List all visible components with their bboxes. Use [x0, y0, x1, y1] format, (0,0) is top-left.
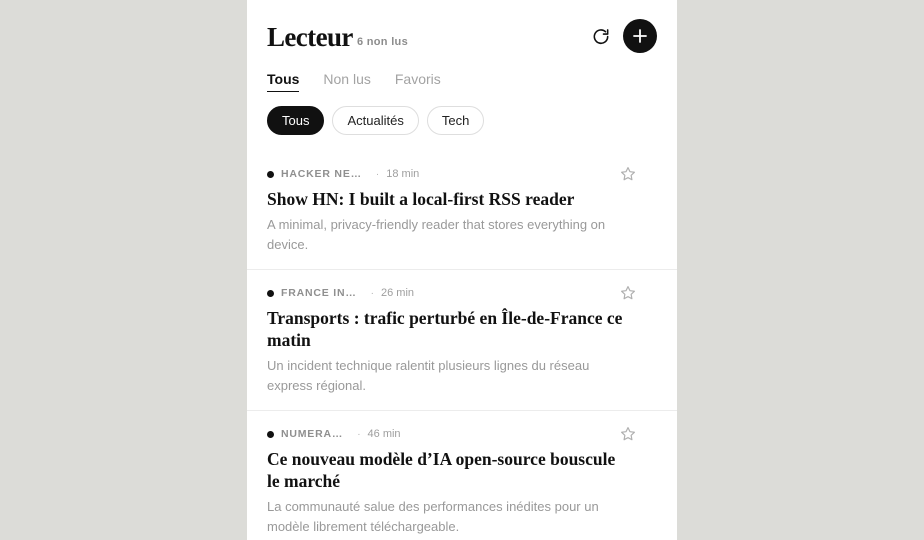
article-time: 26 min	[381, 287, 415, 299]
view-tabs: Tous Non lus Favoris	[267, 71, 441, 92]
chip-all[interactable]: Tous	[267, 106, 325, 135]
page-title: Lecteur	[267, 22, 353, 52]
article-source: FRANCE IN…	[281, 287, 357, 299]
meta-separator: ·	[357, 428, 361, 440]
article-title: Show HN: I built a local-first RSS reade…	[267, 189, 575, 209]
star-icon[interactable]	[619, 425, 637, 443]
article-title: Transports : trafic perturbé en Île-de-F…	[267, 308, 623, 350]
article-source: HACKER NE…	[281, 168, 362, 180]
article-item[interactable]: NUMERA… · 46 min Ce nouveau modèle d’IA …	[247, 427, 677, 540]
category-filters: Tous Actualités Tech	[267, 106, 485, 135]
article-title: Ce nouveau modèle d’IA open-source bousc…	[267, 449, 616, 491]
chip-tech[interactable]: Tech	[426, 106, 485, 135]
star-icon[interactable]	[619, 284, 637, 302]
article-summary: La communauté salue des performances iné…	[267, 499, 599, 534]
article-summary: A minimal, privacy-friendly reader that …	[267, 217, 606, 252]
add-feed-button[interactable]	[623, 19, 657, 53]
unread-count: 6 non lus	[357, 36, 408, 48]
reader-panel: Lecteur 6 non lus Tous Non lus Favoris T…	[247, 0, 677, 540]
tab-favorites[interactable]: Favoris	[395, 71, 441, 92]
article-time: 46 min	[367, 428, 401, 440]
article-meta: HACKER NE… · 18 min	[267, 167, 657, 181]
chip-news[interactable]: Actualités	[332, 106, 419, 135]
refresh-button[interactable]	[587, 21, 615, 53]
article-item[interactable]: FRANCE IN… · 26 min Transports : trafic …	[247, 286, 677, 411]
article-item[interactable]: HACKER NE… · 18 min Show HN: I built a l…	[247, 167, 677, 270]
tab-all[interactable]: Tous	[267, 71, 300, 92]
unread-dot	[267, 289, 274, 297]
plus-icon	[633, 29, 647, 43]
article-time: 18 min	[386, 168, 420, 180]
tab-unread[interactable]: Non lus	[323, 71, 370, 92]
header: Lecteur 6 non lus	[267, 19, 657, 55]
article-summary: Un incident technique ralentit plusieurs…	[267, 358, 590, 393]
refresh-icon	[593, 29, 609, 45]
meta-separator: ·	[370, 287, 375, 299]
star-icon[interactable]	[619, 165, 637, 183]
article-source: NUMERA…	[281, 428, 344, 440]
article-meta: NUMERA… · 46 min	[267, 427, 657, 441]
unread-dot	[267, 170, 274, 178]
article-meta: FRANCE IN… · 26 min	[267, 286, 657, 300]
unread-dot	[267, 430, 274, 438]
meta-separator: ·	[375, 168, 380, 180]
